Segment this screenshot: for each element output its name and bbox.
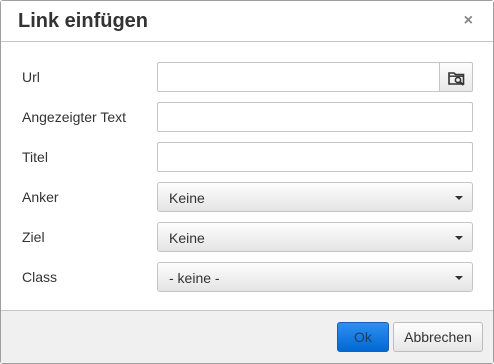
url-label: Url — [22, 69, 40, 85]
target-row: Ziel Keine — [1, 222, 493, 252]
class-label: Class — [22, 269, 58, 285]
close-icon[interactable]: × — [464, 13, 473, 29]
chevron-down-icon — [455, 236, 463, 240]
class-row: Class - keine - — [1, 262, 493, 292]
title-input[interactable] — [157, 142, 473, 172]
target-label: Ziel — [22, 229, 45, 245]
url-input[interactable] — [157, 62, 440, 92]
ok-button[interactable]: Ok — [337, 322, 389, 352]
class-value: - keine - — [169, 270, 220, 286]
browse-button[interactable] — [439, 62, 473, 92]
dialog-header: Link einfügen × — [1, 1, 493, 42]
cancel-button[interactable]: Abbrechen — [393, 322, 483, 352]
anchor-label: Anker — [22, 189, 59, 205]
dialog-title: Link einfügen — [18, 10, 148, 32]
text-label: Angezeigter Text — [22, 109, 127, 125]
anchor-row: Anker Keine — [1, 182, 493, 212]
title-row: Titel — [1, 142, 493, 172]
target-value: Keine — [169, 230, 205, 246]
anchor-select[interactable]: Keine — [157, 182, 473, 212]
text-row: Angezeigter Text — [1, 102, 493, 132]
class-select[interactable]: - keine - — [157, 262, 473, 292]
target-select[interactable]: Keine — [157, 222, 473, 252]
dialog-footer: Ok Abbrechen — [1, 310, 493, 363]
chevron-down-icon — [455, 276, 463, 280]
url-row: Url — [1, 62, 493, 92]
anchor-value: Keine — [169, 190, 205, 206]
folder-search-icon — [448, 72, 465, 86]
insert-link-dialog: Link einfügen × Url Angezeigter Text Tit… — [0, 0, 494, 364]
display-text-input[interactable] — [157, 102, 473, 132]
chevron-down-icon — [455, 196, 463, 200]
title-label: Titel — [22, 149, 48, 165]
